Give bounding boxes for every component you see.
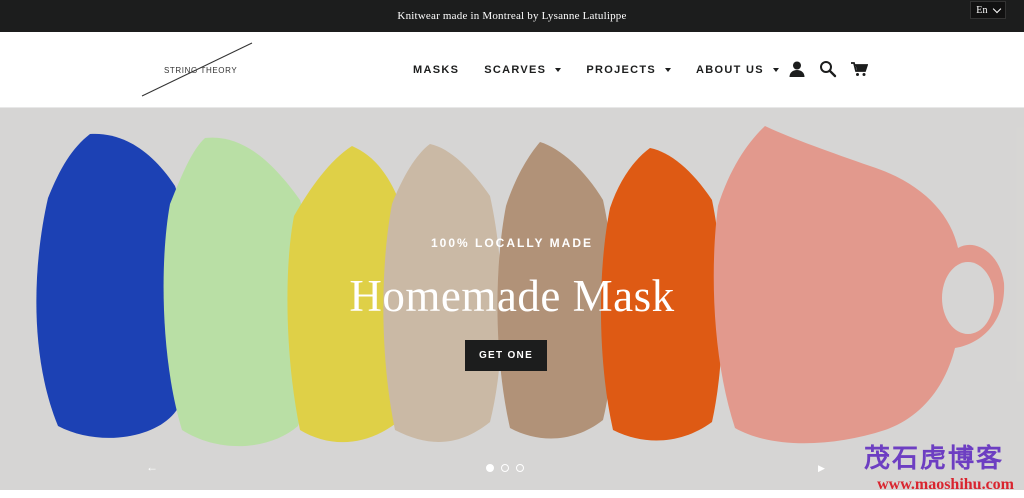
hero-title: Homemade Mask (349, 271, 675, 321)
caret-down-icon (772, 68, 779, 72)
slide-dot[interactable] (486, 464, 494, 472)
user-icon[interactable] (788, 60, 806, 78)
nav-item-masks[interactable]: MASKS (413, 64, 459, 76)
caret-down-icon (665, 68, 672, 72)
brand-logo[interactable]: STRING THEORY (140, 42, 255, 98)
slide-dot[interactable] (501, 464, 509, 472)
watermark-url: www.maoshihu.com (877, 476, 1014, 493)
get-one-button[interactable]: GET ONE (465, 340, 547, 371)
announcement-bar: Knitwear made in Montreal by Lysanne Lat… (0, 0, 1024, 32)
nav-label: ABOUT US (696, 64, 764, 76)
nav-label: PROJECTS (586, 64, 657, 76)
slide-dots (486, 464, 524, 472)
nav-item-projects[interactable]: PROJECTS (586, 64, 672, 76)
nav-item-scarves[interactable]: SCARVES (484, 64, 562, 76)
header-icons (788, 60, 869, 78)
cart-icon[interactable] (850, 60, 869, 78)
hero-slideshow: 100% LOCALLY MADE Homemade Mask GET ONE … (0, 108, 1024, 490)
language-selector[interactable]: En (970, 1, 1006, 19)
nav-item-about[interactable]: ABOUT US (696, 64, 779, 76)
site-header: STRING THEORY MASKS SCARVES PROJECTS ABO… (0, 32, 1024, 108)
search-icon[interactable] (819, 60, 837, 78)
hero-subheading: 100% LOCALLY MADE (430, 236, 594, 250)
chevron-down-icon (992, 4, 1001, 13)
caret-down-icon (555, 68, 562, 72)
announcement-text: Knitwear made in Montreal by Lysanne Lat… (397, 10, 627, 22)
play-slide-icon[interactable]: ▶ (818, 463, 825, 474)
nav-label: SCARVES (484, 64, 547, 76)
language-label: En (976, 4, 988, 16)
watermark-text: 茂石虎博客 (863, 444, 1004, 473)
prev-slide-arrow-icon[interactable]: ← (146, 460, 158, 474)
brand-name: STRING THEORY (164, 66, 238, 75)
slide-dot[interactable] (516, 464, 524, 472)
main-nav: MASKS SCARVES PROJECTS ABOUT US (413, 64, 804, 76)
nav-label: MASKS (413, 64, 460, 76)
